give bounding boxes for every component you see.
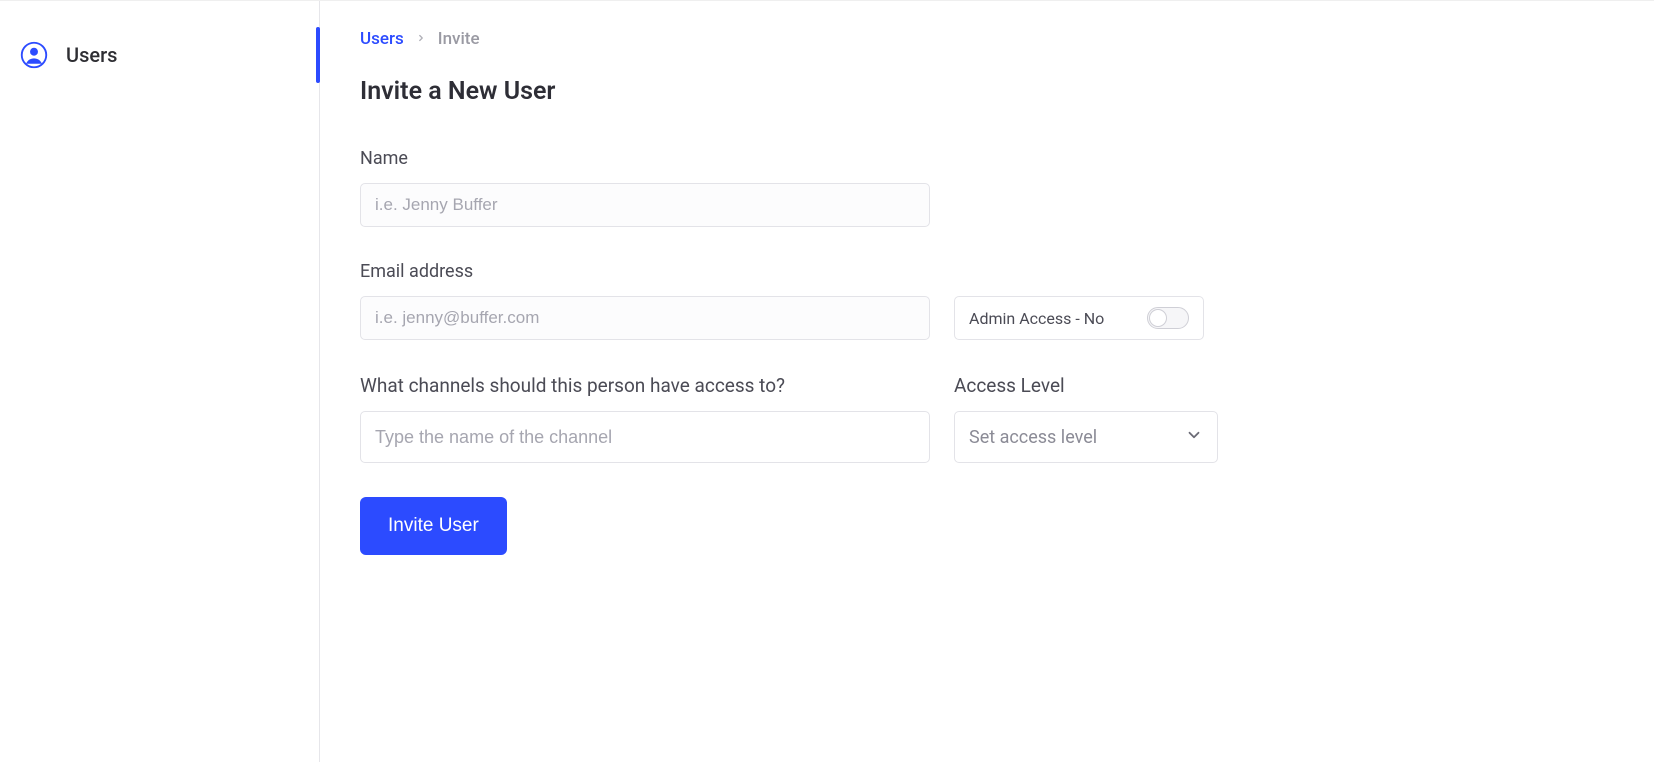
sidebar-item-label: Users [66,43,117,67]
sidebar: Users [0,1,320,762]
breadcrumb-root-link[interactable]: Users [360,29,404,49]
form-row-email: Email address Admin Access - No [360,261,1614,340]
admin-access-label: Admin Access - No [969,309,1104,328]
email-input[interactable] [360,296,930,340]
channels-label: What channels should this person have ac… [360,374,930,397]
invite-form: Name Email address Admin Access - No [360,148,1614,555]
form-row-channels: What channels should this person have ac… [360,374,1614,463]
email-label: Email address [360,261,930,282]
sidebar-item-users[interactable]: Users [0,35,319,75]
admin-access-toggle[interactable] [1147,307,1189,329]
toggle-knob [1149,309,1167,327]
admin-access-box: Admin Access - No [954,296,1204,340]
invite-user-button[interactable]: Invite User [360,497,507,555]
page-title: Invite a New User [360,77,1614,106]
breadcrumb-current: Invite [438,29,480,49]
access-level-label: Access Level [954,374,1218,397]
channels-input[interactable] [360,411,930,463]
name-label: Name [360,148,930,169]
chevron-right-icon [416,31,426,47]
form-row-name: Name [360,148,1614,227]
breadcrumb: Users Invite [360,29,1614,49]
chevron-down-icon [1185,426,1203,449]
access-level-select[interactable]: Set access level [954,411,1218,463]
name-input[interactable] [360,183,930,227]
access-level-placeholder: Set access level [969,427,1097,448]
user-icon [20,41,48,69]
app-root: Users Users Invite Invite a New User Nam… [0,0,1654,762]
main-content: Users Invite Invite a New User Name Emai… [320,1,1654,762]
